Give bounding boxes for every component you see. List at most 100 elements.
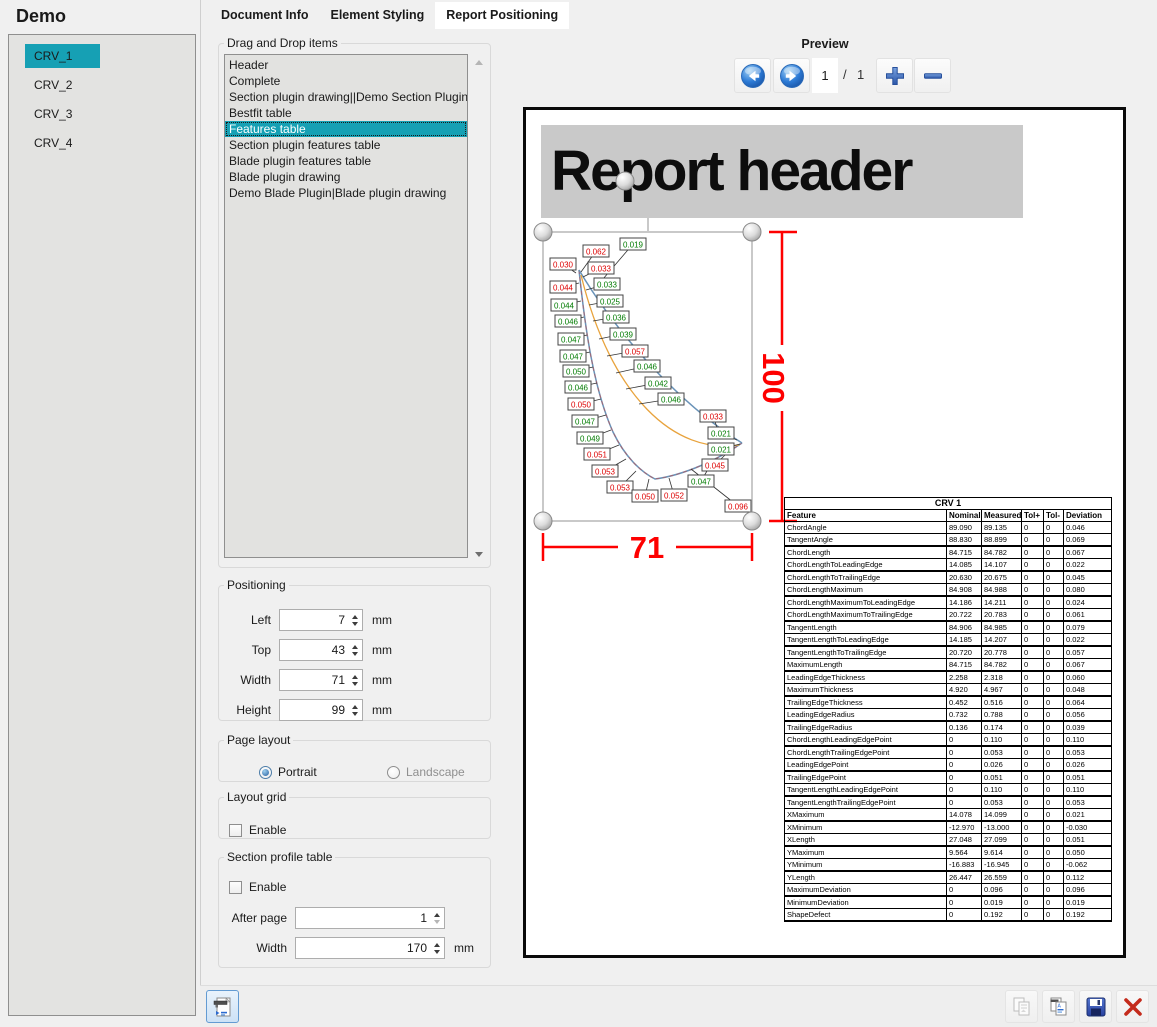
copy-report-with-data-button[interactable]: A <box>1042 990 1075 1023</box>
dragdrop-item-section-plugin-drawing-demo-section-plugin[interactable]: Section plugin drawing||Demo Section Plu… <box>225 89 467 105</box>
tab-document-info[interactable]: Document Info <box>210 2 320 29</box>
scroll-up-icon[interactable] <box>475 60 483 65</box>
checkbox-icon[interactable] <box>229 881 242 894</box>
selection-handle[interactable] <box>534 512 552 530</box>
unit-label: mm <box>372 643 392 657</box>
measurement-label: 0.036 <box>603 311 629 323</box>
spinner-down-icon[interactable] <box>352 682 358 686</box>
scroll-down-icon[interactable] <box>475 552 483 557</box>
dragdrop-item-features-table[interactable]: Features table <box>225 121 467 137</box>
spinner-down-icon[interactable] <box>434 920 440 924</box>
sidebar-item-crv-1[interactable]: CRV_1 <box>25 44 100 68</box>
tab-element-styling[interactable]: Element Styling <box>320 2 436 29</box>
spinner-up-icon[interactable] <box>352 705 358 709</box>
spinner-up-icon[interactable] <box>352 645 358 649</box>
table-cell: 0 <box>1044 834 1064 847</box>
spinner-down-icon[interactable] <box>352 652 358 656</box>
dragdrop-item-blade-plugin-features-table[interactable]: Blade plugin features table <box>225 153 467 169</box>
table-cell: ChordLengthMaximumToLeadingEdge <box>785 596 947 609</box>
section-profile-enable-checkbox[interactable]: Enable <box>229 880 286 894</box>
dragdrop-item-bestfit-table[interactable]: Bestfit table <box>225 105 467 121</box>
sidebar-item-crv-4[interactable]: CRV_4 <box>25 131 100 155</box>
table-cell: 0 <box>1022 684 1044 697</box>
table-cell: -13.000 <box>982 821 1022 834</box>
table-cell: 0 <box>1044 646 1064 659</box>
page-number-input[interactable]: 1 <box>812 58 838 93</box>
positioning-height-input[interactable]: 99 <box>279 699 363 721</box>
dragdrop-item-section-plugin-features-table[interactable]: Section plugin features table <box>225 137 467 153</box>
positioning-top-value: 43 <box>280 640 348 660</box>
table-cell: -0.062 <box>1064 859 1112 872</box>
svg-text:0.033: 0.033 <box>597 281 618 290</box>
zoom-out-button[interactable] <box>914 58 951 93</box>
spt-width-input[interactable]: 170 <box>295 937 445 959</box>
spinner-down-icon[interactable] <box>434 950 440 954</box>
dragdrop-item-demo-blade-plugin-blade-plugin-drawing[interactable]: Demo Blade Plugin|Blade plugin drawing <box>225 185 467 201</box>
radio-icon[interactable] <box>259 766 272 779</box>
table-cell: LeadingEdgeThickness <box>785 671 947 684</box>
table-cell: 0.053 <box>1064 796 1112 809</box>
positioning-height-row: Height99mm <box>219 699 490 721</box>
spinner[interactable] <box>348 640 362 660</box>
table-cell: 84.908 <box>947 584 982 597</box>
selection-handle[interactable] <box>534 223 552 241</box>
dragdrop-item-complete[interactable]: Complete <box>225 73 467 89</box>
checkbox-icon[interactable] <box>229 824 242 837</box>
measurement-label: 0.046 <box>555 315 581 327</box>
radio-landscape[interactable]: Landscape <box>387 765 465 779</box>
tab-report-positioning[interactable]: Report Positioning <box>435 2 569 29</box>
svg-text:0.057: 0.057 <box>625 348 646 357</box>
positioning-width-input[interactable]: 71 <box>279 669 363 691</box>
delete-button[interactable] <box>1116 990 1149 1023</box>
table-cell: 0.048 <box>1064 684 1112 697</box>
table-cell: 0.021 <box>1064 809 1112 822</box>
spinner[interactable] <box>348 610 362 630</box>
svg-text:0.096: 0.096 <box>728 503 749 512</box>
positioning-top-input[interactable]: 43 <box>279 639 363 661</box>
table-cell: 0.050 <box>1064 846 1112 859</box>
spinner-up-icon[interactable] <box>352 615 358 619</box>
spinner-up-icon[interactable] <box>434 943 440 947</box>
spinner[interactable] <box>348 700 362 720</box>
app-window: Demo CRV_1CRV_2CRV_3CRV_4 Document InfoE… <box>0 0 1157 1027</box>
spinner-down-icon[interactable] <box>352 712 358 716</box>
table-cell: 0 <box>947 796 982 809</box>
measurement-label: 0.047 <box>688 475 714 487</box>
table-cell: 0.026 <box>982 759 1022 772</box>
spinner-up-icon[interactable] <box>434 913 440 917</box>
layout-grid-enable-checkbox[interactable]: Enable <box>229 823 286 837</box>
zoom-in-button[interactable] <box>876 58 913 93</box>
sidebar-item-crv-3[interactable]: CRV_3 <box>25 102 100 126</box>
svg-text:0.050: 0.050 <box>635 493 656 502</box>
spinner[interactable] <box>430 908 444 928</box>
table-cell: TrailingEdgeThickness <box>785 696 947 709</box>
spinner[interactable] <box>430 938 444 958</box>
previous-page-button[interactable] <box>734 58 771 93</box>
sidebar-item-crv-2[interactable]: CRV_2 <box>25 73 100 97</box>
spinner-up-icon[interactable] <box>352 675 358 679</box>
selection-handle[interactable] <box>743 223 761 241</box>
positioning-left-input[interactable]: 7 <box>279 609 363 631</box>
copy-report-button[interactable] <box>1005 990 1038 1023</box>
next-page-button[interactable] <box>773 58 810 93</box>
radio-icon[interactable] <box>387 766 400 779</box>
radio-portrait[interactable]: Portrait <box>259 765 317 779</box>
table-cell: 0.019 <box>1064 896 1112 909</box>
table-cell: 0 <box>1044 821 1064 834</box>
arrow-right-icon <box>779 63 805 89</box>
table-cell: 0 <box>1044 671 1064 684</box>
svg-text:0.044: 0.044 <box>553 284 574 293</box>
spt-after-page-input[interactable]: 1 <box>295 907 445 929</box>
table-cell: 26.559 <box>982 871 1022 884</box>
report-settings-button[interactable] <box>206 990 239 1023</box>
table-cell: TangentLength <box>785 621 947 634</box>
table-cell: 0.112 <box>1064 871 1112 884</box>
spinner-down-icon[interactable] <box>352 622 358 626</box>
spinner[interactable] <box>348 670 362 690</box>
selection-handle[interactable] <box>616 172 634 190</box>
dragdrop-item-header[interactable]: Header <box>225 57 467 73</box>
save-button[interactable] <box>1079 990 1112 1023</box>
table-cell: 0 <box>1044 609 1064 622</box>
selection-handle[interactable] <box>743 512 761 530</box>
dragdrop-item-blade-plugin-drawing[interactable]: Blade plugin drawing <box>225 169 467 185</box>
